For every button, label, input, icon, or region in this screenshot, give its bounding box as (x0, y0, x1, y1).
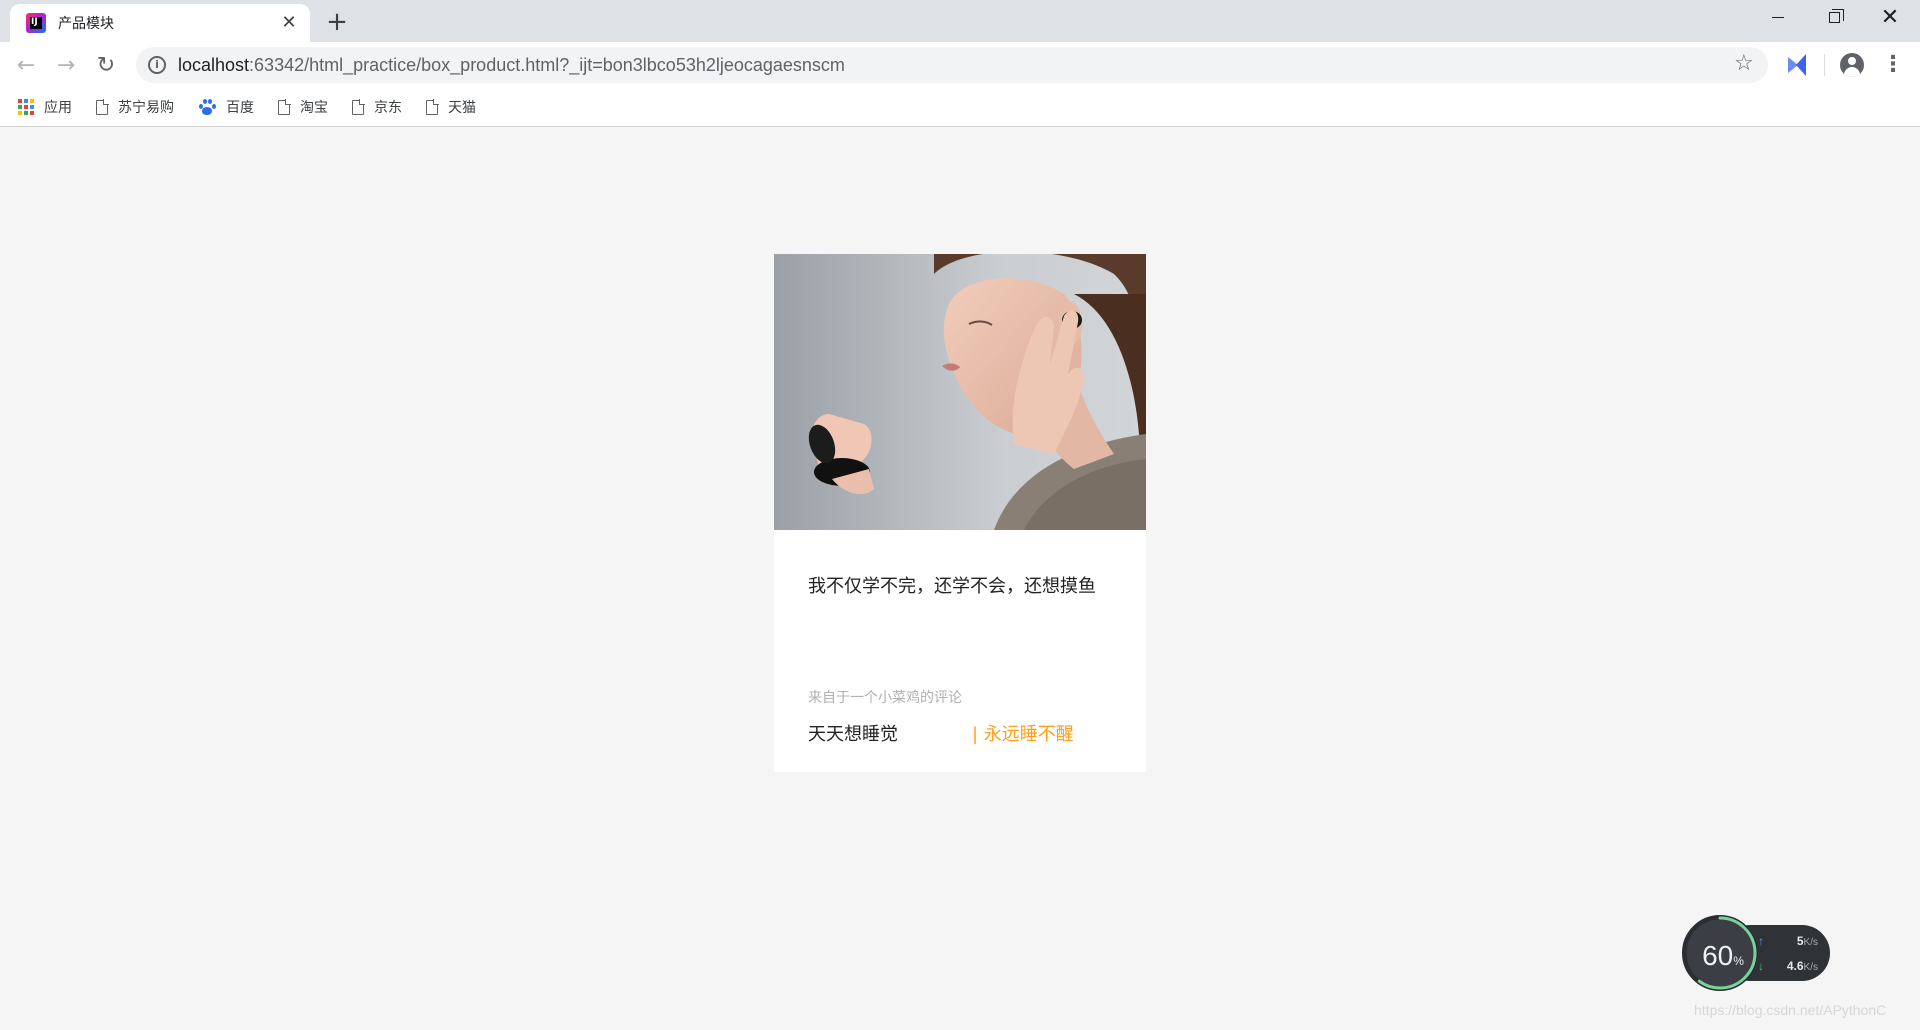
toolbar-divider (1824, 54, 1825, 76)
bookmarks-bar: 应用 苏宁易购 百度 淘宝 京东 天猫 (0, 88, 1920, 127)
product-card: 我不仅学不完，还学不会，还想摸鱼 来自于一个小菜鸡的评论 天天想睡觉 | 永远睡… (774, 254, 1146, 772)
webstorm-favicon-icon: IJ (26, 13, 46, 33)
memory-usage-ring: 60% (1682, 915, 1758, 991)
profile-avatar-icon[interactable] (1840, 53, 1864, 77)
bookmark-taobao[interactable]: 淘宝 (278, 97, 328, 117)
download-speed-unit: K/s (1803, 962, 1818, 973)
bookmark-label: 苏宁易购 (118, 100, 174, 116)
csdn-watermark: https://blog.csdn.net/APythonC (1694, 1002, 1887, 1018)
network-speed-widget[interactable]: 60% ↑ 5K/s ↓ 4.6K/s (1682, 915, 1832, 991)
minimize-icon (1772, 16, 1784, 18)
bookmark-tmall[interactable]: 天猫 (426, 97, 476, 117)
bookmark-suning[interactable]: 苏宁易购 (96, 97, 174, 117)
usage-percent-unit: % (1733, 954, 1744, 968)
browser-menu-icon[interactable]: ⋮ (1882, 51, 1904, 79)
bookmark-label: 百度 (226, 100, 254, 116)
bookmark-baidu[interactable]: 百度 (198, 97, 254, 117)
address-bar[interactable]: i localhost:63342/html_practice/box_prod… (136, 47, 1768, 83)
baidu-paw-icon (198, 98, 216, 116)
bookmark-label: 应用 (44, 100, 72, 116)
usage-percent-value: 60 (1702, 940, 1734, 971)
card-author: 天天想睡觉 (808, 724, 898, 745)
active-tab[interactable]: IJ 产品模块 ✕ (10, 4, 310, 42)
apps-grid-icon (18, 99, 34, 115)
page-icon (96, 98, 109, 115)
forward-button[interactable]: → (50, 49, 82, 81)
product-image (774, 254, 1146, 530)
new-tab-button[interactable]: + (322, 8, 352, 38)
tab-strip: IJ 产品模块 ✕ + ✕ (0, 0, 1920, 42)
page-icon (352, 98, 365, 115)
window-restore-button[interactable] (1806, 0, 1862, 34)
bookmark-label: 天猫 (448, 100, 476, 116)
bookmark-label: 淘宝 (300, 100, 328, 116)
url-text[interactable]: localhost:63342/html_practice/box_produc… (178, 55, 845, 76)
window-close-button[interactable]: ✕ (1862, 0, 1918, 34)
url-host: localhost (178, 55, 250, 75)
download-arrow-icon: ↓ (1758, 959, 1764, 973)
page-icon (426, 98, 439, 115)
site-info-icon[interactable]: i (148, 56, 166, 74)
bookmark-star-icon[interactable]: ☆ (1734, 51, 1754, 76)
bookmark-jd[interactable]: 京东 (352, 97, 402, 117)
card-source: 来自于一个小菜鸡的评论 (808, 690, 962, 706)
card-tag: | 永远睡不醒 (972, 724, 1074, 745)
url-path: :63342/html_practice/box_product.html?_i… (249, 55, 845, 75)
upload-speed-value: 5 (1796, 934, 1804, 948)
upload-arrow-icon: ↑ (1758, 934, 1764, 948)
upload-speed-row: ↑ 5K/s (1758, 931, 1828, 951)
usage-percent: 60% (1685, 918, 1761, 994)
restore-icon (1828, 8, 1844, 23)
window-minimize-button[interactable] (1750, 0, 1806, 34)
woman-with-earbud-photo (774, 254, 1146, 530)
card-headline[interactable]: 我不仅学不完，还学不会，还想摸鱼 (808, 572, 1096, 598)
reload-button[interactable]: ↻ (90, 49, 122, 81)
upload-speed-unit: K/s (1803, 937, 1818, 948)
bookmark-label: 京东 (374, 100, 402, 116)
bookmark-apps[interactable]: 应用 (18, 97, 72, 117)
extension-icon[interactable] (1784, 51, 1812, 79)
tab-close-icon[interactable]: ✕ (278, 12, 300, 34)
download-speed-value: 4.6 (1786, 959, 1804, 973)
page-icon (278, 98, 291, 115)
download-speed-row: ↓ 4.6K/s (1758, 956, 1828, 976)
browser-toolbar: ← → ↻ i localhost:63342/html_practice/bo… (0, 42, 1920, 88)
tab-title: 产品模块 (58, 16, 114, 32)
back-button[interactable]: ← (10, 49, 42, 81)
